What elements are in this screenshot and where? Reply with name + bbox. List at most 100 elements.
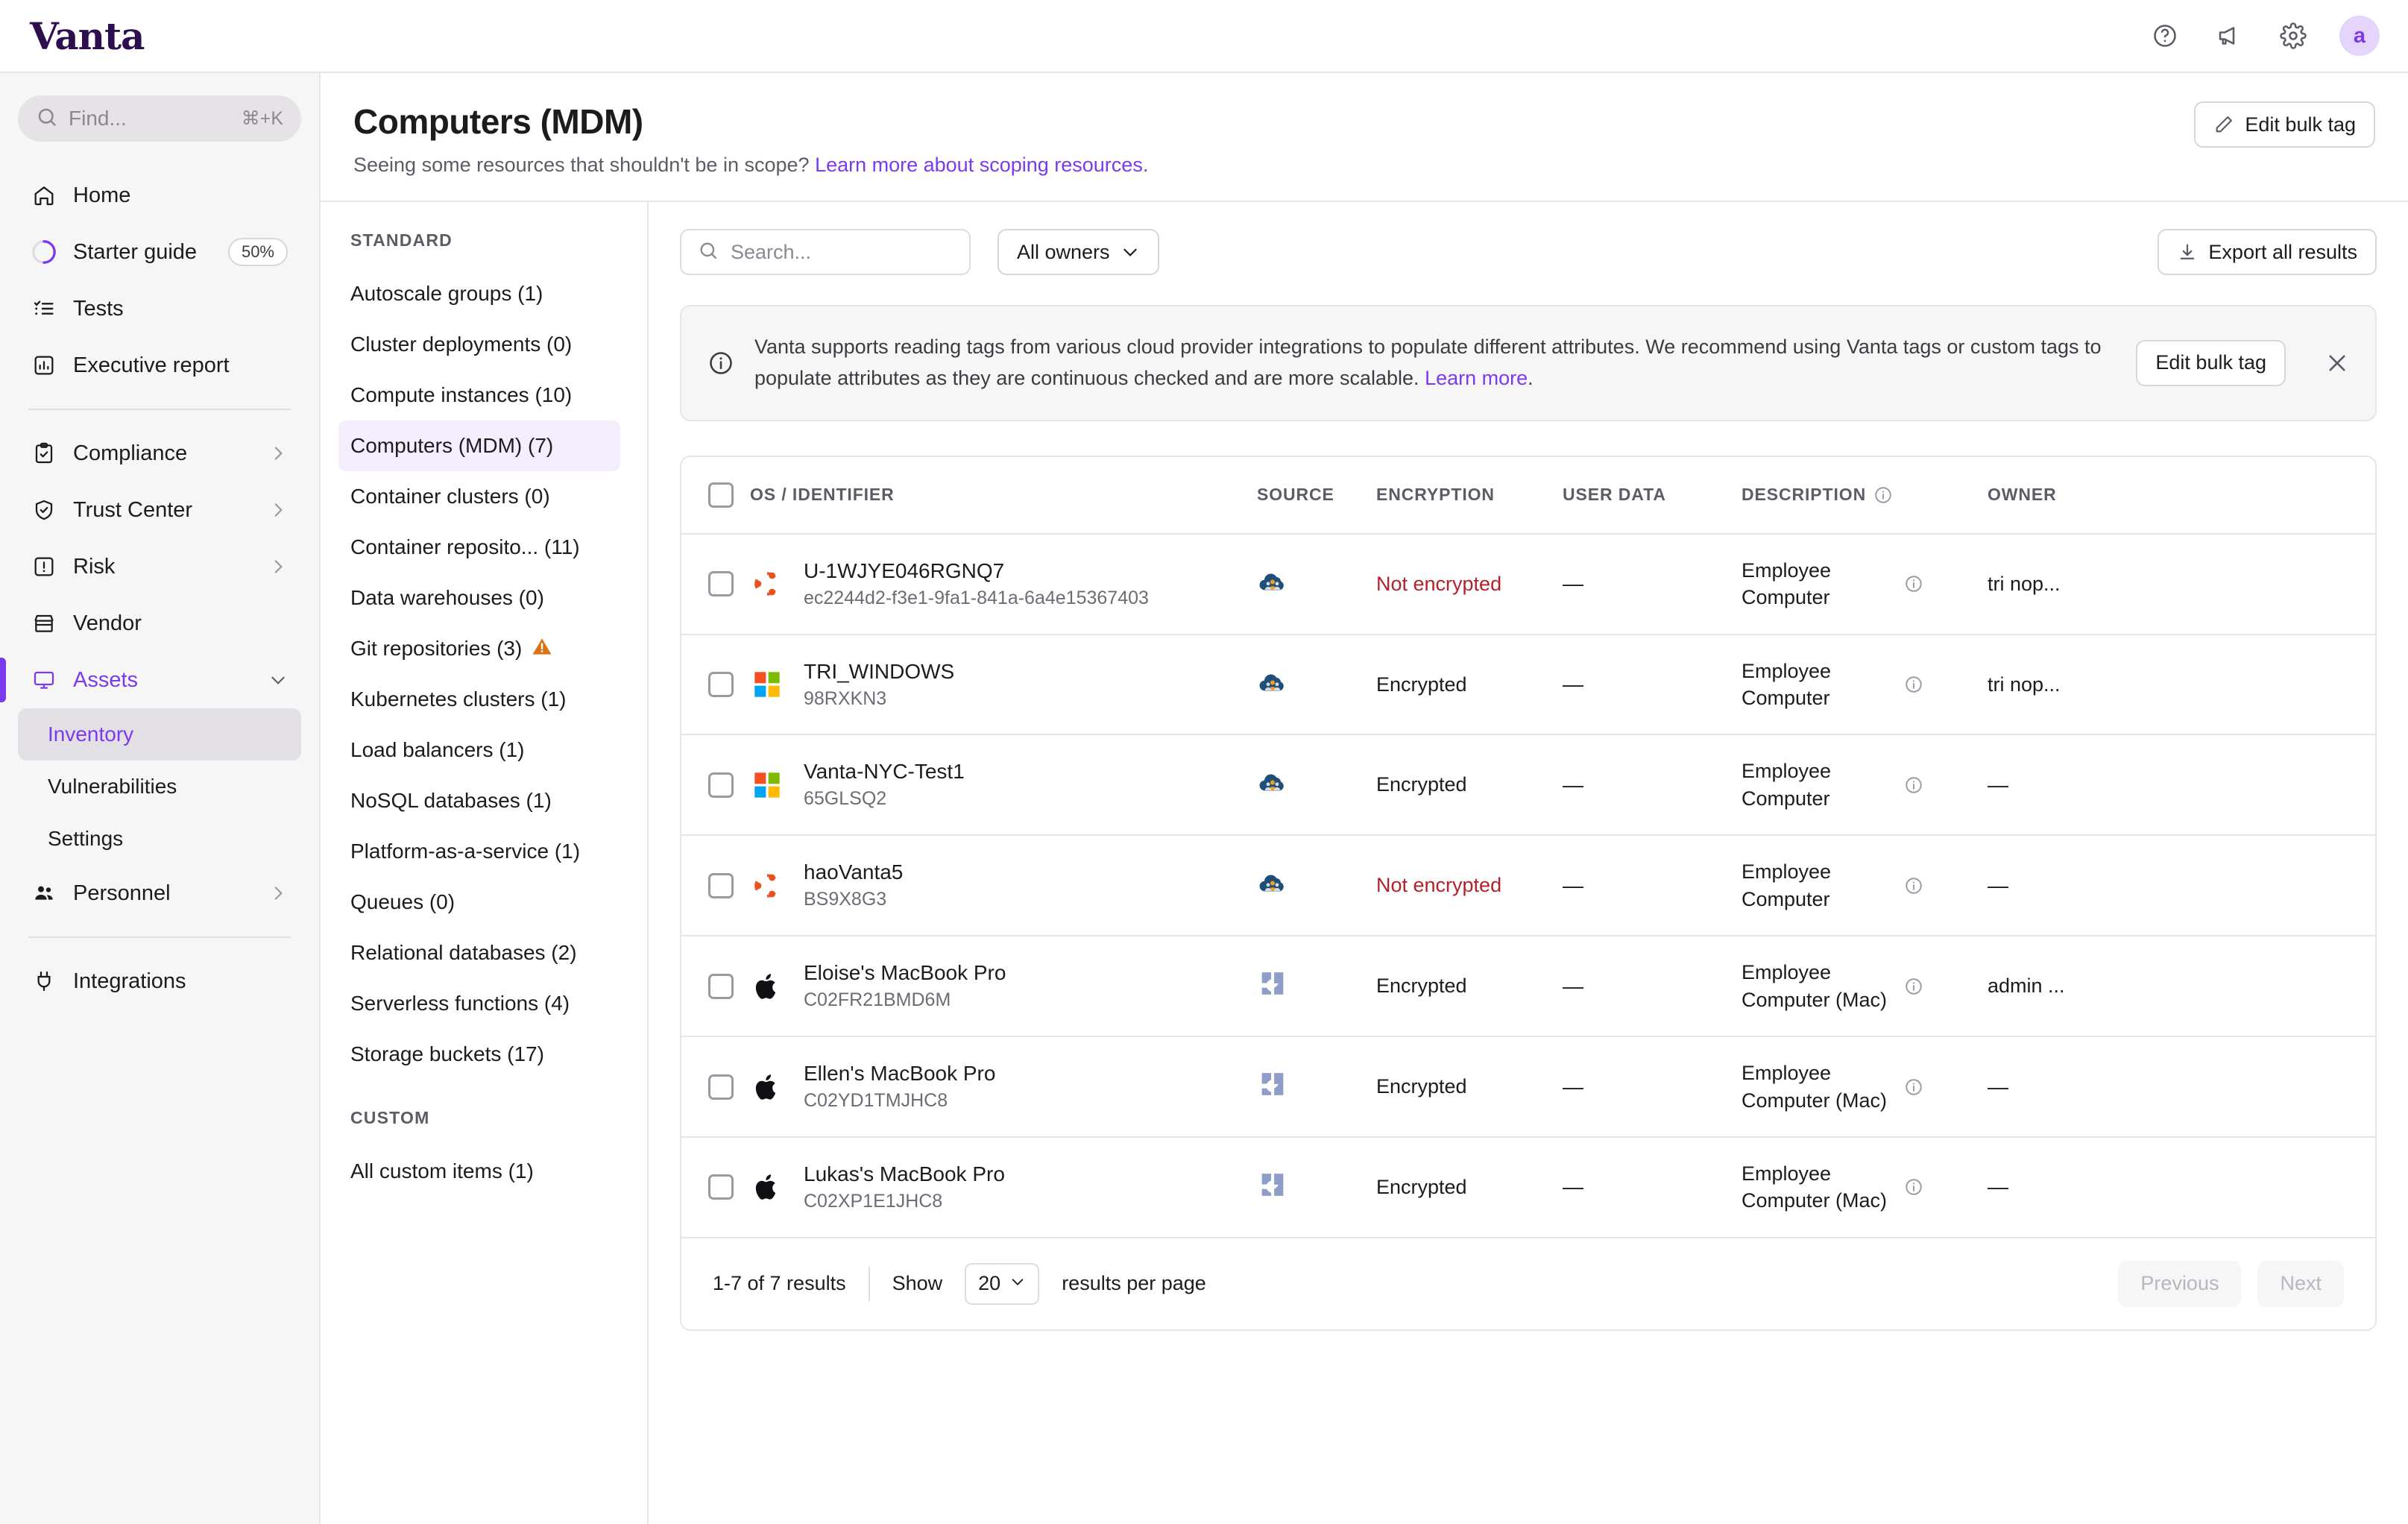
table-row[interactable]: Eloise's MacBook Pro C02FR21BMD6M bbox=[681, 936, 2375, 1036]
sidebar-item-starter-guide[interactable]: Starter guide 50% bbox=[18, 224, 301, 280]
row-checkbox[interactable] bbox=[708, 672, 734, 697]
sidebar-item-assets[interactable]: Assets bbox=[18, 652, 301, 708]
info-icon[interactable] bbox=[1904, 574, 1923, 593]
sidebar-item-tests[interactable]: Tests bbox=[18, 280, 301, 337]
category-item-all-custom-items[interactable]: All custom items (1) bbox=[338, 1146, 620, 1197]
avatar[interactable]: a bbox=[2339, 16, 2380, 56]
row-checkbox[interactable] bbox=[708, 873, 734, 898]
table-search-placeholder: Search... bbox=[731, 241, 811, 264]
column-header-os-identifier[interactable]: OS / IDENTIFIER bbox=[750, 457, 1257, 534]
info-icon[interactable] bbox=[1904, 1177, 1923, 1197]
category-item-data-warehouses[interactable]: Data warehouses (0) bbox=[338, 573, 620, 623]
category-item-container-clusters[interactable]: Container clusters (0) bbox=[338, 471, 620, 522]
sidebar-item-vulnerabilities[interactable]: Vulnerabilities bbox=[18, 761, 301, 813]
column-header-owner[interactable]: OWNER bbox=[1988, 457, 2375, 534]
table-search-input[interactable]: Search... bbox=[680, 229, 971, 275]
sidebar-item-executive-report[interactable]: Executive report bbox=[18, 337, 301, 394]
column-header-source[interactable]: SOURCE bbox=[1257, 457, 1376, 534]
scoping-resources-link[interactable]: Learn more about scoping resources. bbox=[815, 154, 1148, 176]
sidebar-item-home[interactable]: Home bbox=[18, 167, 301, 224]
close-icon[interactable] bbox=[2325, 350, 2350, 376]
chevron-right-icon bbox=[268, 884, 288, 903]
resource-name[interactable]: Lukas's MacBook Pro bbox=[804, 1162, 1005, 1186]
column-header-user-data[interactable]: USER DATA bbox=[1563, 457, 1742, 534]
table-row[interactable]: haoVanta5 BS9X8G3 bbox=[681, 835, 2375, 936]
os-identifier-cell: Ellen's MacBook Pro C02YD1TMJHC8 bbox=[750, 1036, 1257, 1137]
sidebar-item-trust-center[interactable]: Trust Center bbox=[18, 482, 301, 538]
user-data-value: — bbox=[1563, 773, 1583, 796]
category-item-serverless-functions[interactable]: Serverless functions (4) bbox=[338, 978, 620, 1029]
export-all-results-button[interactable]: Export all results bbox=[2158, 229, 2377, 275]
resource-name[interactable]: haoVanta5 bbox=[804, 860, 903, 884]
category-item-autoscale-groups[interactable]: Autoscale groups (1) bbox=[338, 268, 620, 319]
info-icon[interactable] bbox=[1873, 485, 1893, 505]
category-item-nosql-databases[interactable]: NoSQL databases (1) bbox=[338, 775, 620, 826]
help-icon[interactable] bbox=[2147, 18, 2183, 54]
search-input[interactable]: Find... ⌘+K bbox=[18, 95, 301, 142]
encryption-status: Encrypted bbox=[1376, 773, 1467, 796]
row-checkbox[interactable] bbox=[708, 1174, 734, 1200]
category-item-kubernetes-clusters[interactable]: Kubernetes clusters (1) bbox=[338, 674, 620, 725]
resource-name[interactable]: Vanta-NYC-Test1 bbox=[804, 760, 965, 784]
table-row[interactable]: U-1WJYE046RGNQ7 ec2244d2-f3e1-9fa1-841a-… bbox=[681, 534, 2375, 635]
sidebar-item-label: Home bbox=[73, 183, 288, 208]
info-icon[interactable] bbox=[1904, 977, 1923, 996]
table-row[interactable]: Lukas's MacBook Pro C02XP1E1JHC8 bbox=[681, 1137, 2375, 1237]
category-item-computers-mdm[interactable]: Computers (MDM) (7) bbox=[338, 421, 620, 471]
category-item-compute-instances[interactable]: Compute instances (10) bbox=[338, 370, 620, 421]
previous-page-button[interactable]: Previous bbox=[2118, 1261, 2241, 1307]
resource-name[interactable]: Eloise's MacBook Pro bbox=[804, 961, 1006, 985]
sidebar-item-settings[interactable]: Settings bbox=[18, 813, 301, 865]
description-cell: Employee Computer bbox=[1742, 635, 1988, 735]
category-item-queues[interactable]: Queues (0) bbox=[338, 877, 620, 928]
info-icon[interactable] bbox=[1904, 775, 1923, 795]
category-item-git-repositories[interactable]: Git repositories (3) bbox=[338, 623, 620, 674]
sidebar-item-inventory[interactable]: Inventory bbox=[18, 708, 301, 761]
description-value: Employee Computer bbox=[1742, 557, 1891, 611]
category-item-platform-as-a-service[interactable]: Platform-as-a-service (1) bbox=[338, 826, 620, 877]
next-page-button[interactable]: Next bbox=[2257, 1261, 2344, 1307]
info-icon[interactable] bbox=[1904, 876, 1923, 895]
info-icon[interactable] bbox=[1904, 1077, 1923, 1097]
owners-filter-dropdown[interactable]: All owners bbox=[997, 229, 1159, 275]
resource-name[interactable]: Ellen's MacBook Pro bbox=[804, 1062, 995, 1086]
select-all-checkbox[interactable] bbox=[708, 482, 734, 508]
row-checkbox[interactable] bbox=[708, 772, 734, 798]
sidebar-item-compliance[interactable]: Compliance bbox=[18, 425, 301, 482]
encryption-status: Encrypted bbox=[1376, 1176, 1467, 1198]
export-all-results-label: Export all results bbox=[2208, 241, 2357, 264]
resource-name[interactable]: TRI_WINDOWS bbox=[804, 660, 954, 684]
banner-edit-bulk-tag-button[interactable]: Edit bulk tag bbox=[2136, 340, 2286, 386]
category-item-container-repositories[interactable]: Container reposito... (11) bbox=[338, 522, 620, 573]
category-item-cluster-deployments[interactable]: Cluster deployments (0) bbox=[338, 319, 620, 370]
chevron-down-icon bbox=[268, 670, 288, 690]
row-checkbox[interactable] bbox=[708, 1074, 734, 1100]
owner-value: — bbox=[1988, 1075, 2008, 1098]
info-icon[interactable] bbox=[1904, 675, 1923, 694]
announcement-icon[interactable] bbox=[2211, 18, 2247, 54]
category-item-relational-databases[interactable]: Relational databases (2) bbox=[338, 928, 620, 978]
page-size-select[interactable]: 20 bbox=[965, 1263, 1039, 1305]
sidebar-item-personnel[interactable]: Personnel bbox=[18, 865, 301, 922]
table-row[interactable]: Vanta-NYC-Test1 65GLSQ2 bbox=[681, 734, 2375, 835]
vanta-logo[interactable]: Vanta bbox=[30, 14, 144, 58]
info-banner-learn-more-link[interactable]: Learn more bbox=[1425, 367, 1528, 389]
edit-bulk-tag-button[interactable]: Edit bulk tag bbox=[2194, 101, 2375, 148]
gear-icon[interactable] bbox=[2275, 18, 2311, 54]
table-row[interactable]: Ellen's MacBook Pro C02YD1TMJHC8 bbox=[681, 1036, 2375, 1137]
resource-name[interactable]: U-1WJYE046RGNQ7 bbox=[804, 559, 1149, 583]
active-indicator bbox=[0, 658, 6, 702]
row-checkbox[interactable] bbox=[708, 571, 734, 596]
row-checkbox[interactable] bbox=[708, 974, 734, 999]
sidebar-item-vendor[interactable]: Vendor bbox=[18, 595, 301, 652]
category-item-storage-buckets[interactable]: Storage buckets (17) bbox=[338, 1029, 620, 1080]
category-item-load-balancers[interactable]: Load balancers (1) bbox=[338, 725, 620, 775]
sidebar-item-risk[interactable]: Risk bbox=[18, 538, 301, 595]
table-row[interactable]: TRI_WINDOWS 98RXKN3 bbox=[681, 635, 2375, 735]
resource-identifier: C02FR21BMD6M bbox=[804, 989, 1006, 1011]
sidebar-item-label: Assets bbox=[73, 668, 252, 693]
table-header: OS / IDENTIFIER SOURCE ENCRYPTION USER D… bbox=[681, 457, 2375, 534]
sidebar-item-integrations[interactable]: Integrations bbox=[18, 953, 301, 1010]
column-header-encryption[interactable]: ENCRYPTION bbox=[1376, 457, 1563, 534]
column-header-description[interactable]: DESCRIPTION bbox=[1742, 457, 1988, 534]
